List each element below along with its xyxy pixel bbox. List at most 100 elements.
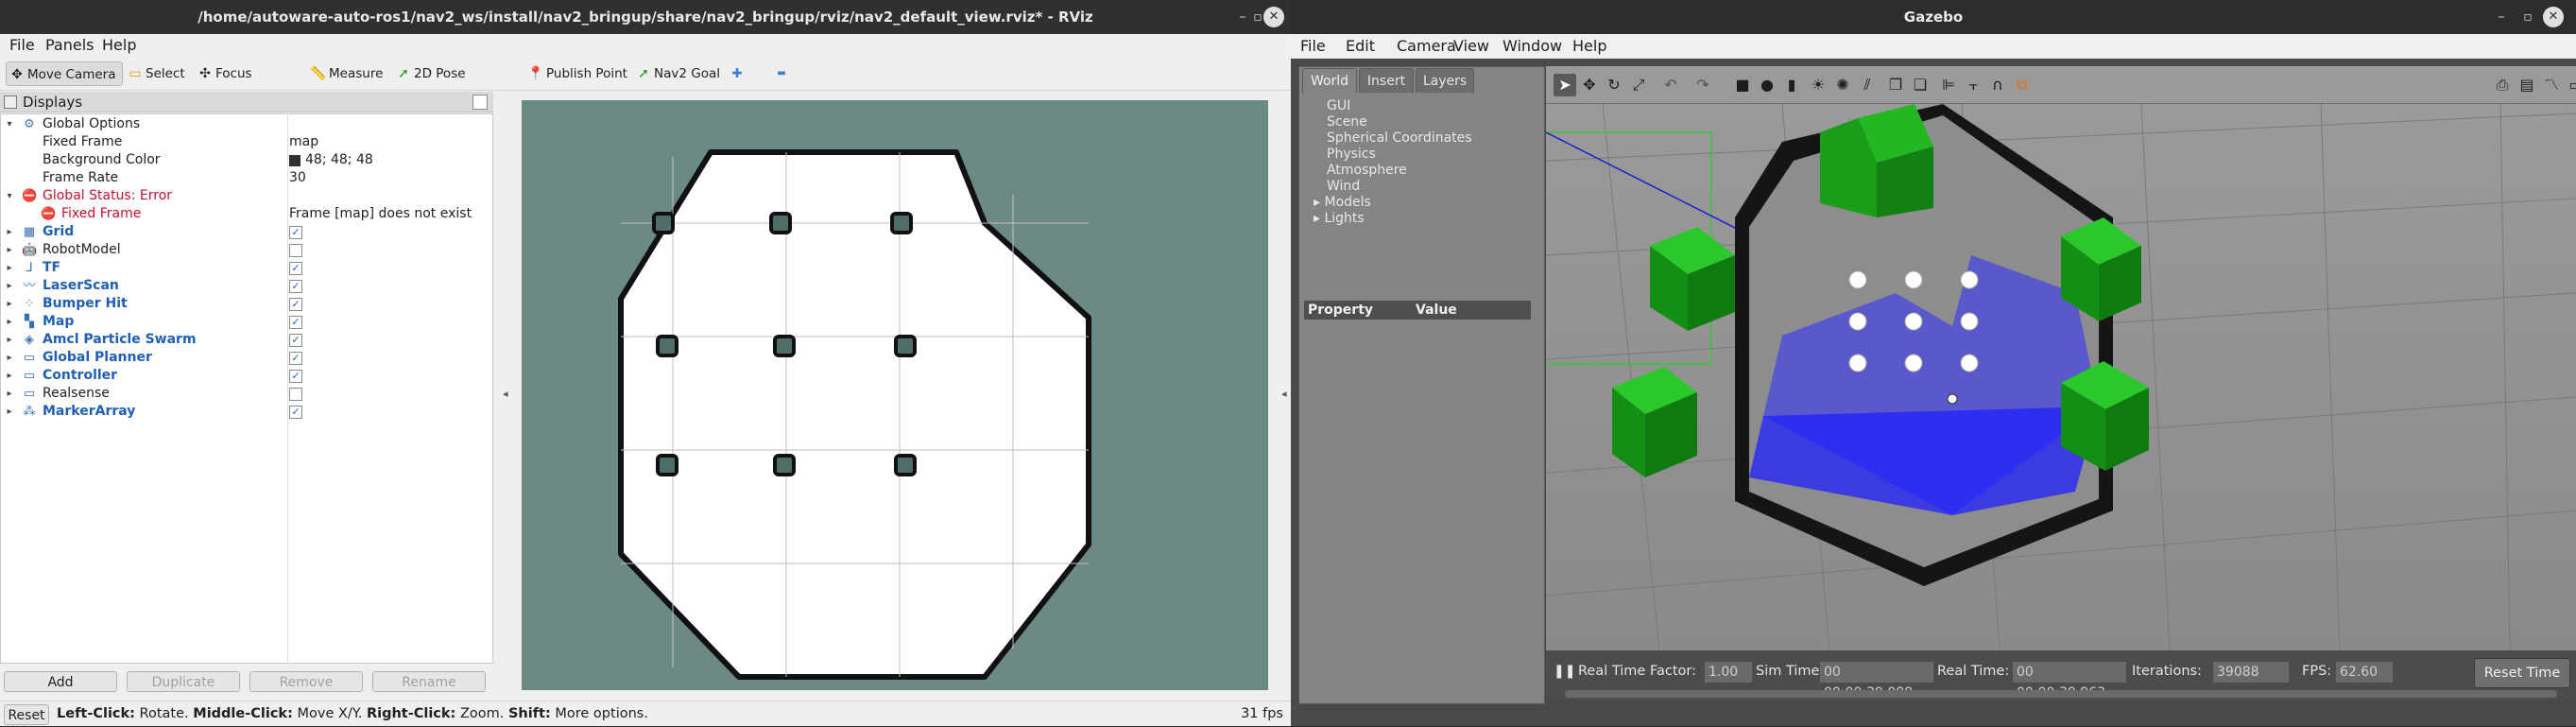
display-row-grid[interactable]: ▸ ▦ Grid ✓ [1, 223, 492, 241]
gz-menu-file[interactable]: File [1300, 34, 1326, 59]
display-row-markerarray[interactable]: ▸ ⁂ MarkerArray ✓ [1, 403, 492, 421]
undo-icon[interactable]: ↶ [1659, 74, 1682, 96]
select-mode-icon[interactable]: ➤ [1554, 74, 1576, 96]
point-light-icon[interactable]: ☀ [1807, 74, 1829, 96]
remove-tool-icon[interactable]: ▬ [769, 61, 794, 86]
display-row-controller[interactable]: ▸ ▭ Controller ✓ [1, 367, 492, 385]
collapse-arrow-icon[interactable]: ▾ [5, 115, 14, 133]
background-color-value[interactable]: 48; 48; 48 [305, 151, 373, 169]
display-row-laserscan[interactable]: ▸ 〰 LaserScan ✓ [1, 277, 492, 295]
paste-icon[interactable]: ❏ [1909, 74, 1932, 96]
display-row-amcl-particle-swarm[interactable]: ▸ ◈ Amcl Particle Swarm ✓ [1, 331, 492, 349]
copy-icon[interactable]: ❐ [1884, 74, 1907, 96]
display-enabled-checkbox[interactable] [289, 388, 302, 401]
expand-arrow-icon[interactable]: ▸ [5, 241, 14, 259]
display-row-tf[interactable]: ▸ ⅃ TF ✓ [1, 259, 492, 277]
gz-menu-camera[interactable]: Camera [1397, 34, 1456, 59]
collapse-left-icon[interactable]: ◂ [503, 388, 508, 400]
expand-arrow-icon[interactable]: ▸ [5, 349, 14, 367]
display-row-global-planner[interactable]: ▸ ▭ Global Planner ✓ [1, 349, 492, 367]
display-enabled-checkbox[interactable]: ✓ [289, 262, 302, 275]
display-enabled-checkbox[interactable]: ✓ [289, 298, 302, 311]
reset-time-button[interactable]: Reset Time [2474, 658, 2570, 688]
world-item-spherical-coordinates[interactable]: Spherical Coordinates [1327, 130, 1472, 146]
display-enabled-checkbox[interactable]: ✓ [289, 370, 302, 383]
tree-row-global-options[interactable]: ▾ ⚙ Global Options [1, 115, 492, 133]
screenshot-icon[interactable]: ⎙ [2491, 74, 2514, 96]
tree-row-global-status[interactable]: ▾ ⛔ Global Status: Error [1, 187, 492, 205]
magnet-icon[interactable]: ∩ [1986, 74, 2009, 96]
display-enabled-checkbox[interactable]: ✓ [289, 406, 302, 419]
gz-menu-help[interactable]: Help [1572, 34, 1606, 59]
tool-move-camera[interactable]: ✥ Move Camera [6, 61, 123, 86]
plot-icon[interactable]: 〽 [2540, 74, 2563, 96]
snap-icon[interactable]: ⫟ [1962, 74, 1984, 96]
tab-layers[interactable]: Layers [1416, 68, 1474, 93]
expand-arrow-icon[interactable]: ▸ [5, 295, 14, 313]
menu-help[interactable]: Help [102, 34, 136, 57]
float-panel-button[interactable] [472, 95, 488, 110]
duplicate-display-button[interactable]: Duplicate [127, 671, 240, 692]
world-item-models[interactable]: ▸ Models [1314, 195, 1371, 210]
pause-icon[interactable]: ❚❚ [1554, 664, 1575, 679]
display-row-robotmodel[interactable]: ▸ 🤖 RobotModel [1, 241, 492, 259]
tool-measure[interactable]: 📏 Measure [308, 61, 389, 86]
tab-insert[interactable]: Insert [1359, 68, 1414, 93]
gazebo-horizontal-scrollbar[interactable] [1565, 690, 2557, 698]
display-enabled-checkbox[interactable]: ✓ [289, 226, 302, 239]
expand-arrow-icon[interactable]: ▸ [5, 367, 14, 385]
box-shape-icon[interactable]: ■ [1731, 74, 1754, 96]
expand-arrow-icon[interactable]: ▸ [5, 403, 14, 421]
remove-display-button[interactable]: Remove [249, 671, 363, 692]
frame-rate-value[interactable]: 30 [289, 169, 306, 187]
scale-mode-icon[interactable]: ⤢ [1627, 74, 1650, 96]
gz-menu-edit[interactable]: Edit [1346, 34, 1375, 59]
display-row-bumper-hit[interactable]: ▸ ⁘ Bumper Hit ✓ [1, 295, 492, 313]
display-row-map[interactable]: ▸ ▚ Map ✓ [1, 313, 492, 331]
menu-panels[interactable]: Panels [45, 34, 94, 57]
tool-publish-point[interactable]: 📍 Publish Point [525, 61, 627, 86]
gz-menu-view[interactable]: View [1453, 34, 1489, 59]
display-enabled-checkbox[interactable]: ✓ [289, 280, 302, 293]
tool-focus-camera[interactable]: ✣ Focus Camera [195, 61, 299, 106]
add-tool-icon[interactable]: ✚ [726, 61, 748, 86]
tree-row-background-color[interactable]: Background Color 48; 48; 48 [1, 151, 492, 169]
sphere-shape-icon[interactable]: ● [1756, 74, 1778, 96]
display-enabled-checkbox[interactable]: ✓ [289, 316, 302, 329]
display-enabled-checkbox[interactable]: ✓ [289, 334, 302, 347]
world-item-physics[interactable]: Physics [1327, 147, 1376, 162]
column-divider[interactable] [287, 113, 288, 664]
gazebo-close-button[interactable]: ✕ [2543, 7, 2564, 27]
display-enabled-checkbox[interactable] [289, 244, 302, 257]
tree-row-fixed-frame[interactable]: Fixed Frame map [1, 133, 492, 151]
display-row-realsense[interactable]: ▸ ▭ Realsense [1, 385, 492, 403]
tool-2d-pose-estimate[interactable]: ➚ 2D Pose Estimate [393, 61, 518, 106]
expand-arrow-icon[interactable]: ▸ [5, 313, 14, 331]
translate-mode-icon[interactable]: ✥ [1578, 74, 1601, 96]
change-view-icon[interactable]: ⧉ [2011, 74, 2034, 96]
expand-arrow-icon[interactable]: ▸ [5, 223, 14, 241]
video-record-icon[interactable]: ▭ [2565, 74, 2576, 96]
collapse-right-icon[interactable]: ◂ [1281, 388, 1287, 400]
display-enabled-checkbox[interactable]: ✓ [289, 352, 302, 365]
cylinder-shape-icon[interactable]: ▮ [1780, 74, 1803, 96]
world-item-atmosphere[interactable]: Atmosphere [1327, 163, 1407, 178]
redo-icon[interactable]: ↷ [1692, 74, 1714, 96]
gz-menu-window[interactable]: Window [1503, 34, 1562, 59]
menu-file[interactable]: File [9, 34, 35, 57]
tree-row-status-fixed-frame[interactable]: ⛔ Fixed Frame Frame [map] does not exist [1, 205, 492, 223]
expand-arrow-icon[interactable]: ▸ [5, 331, 14, 349]
log-icon[interactable]: ▤ [2516, 74, 2538, 96]
expand-arrow-icon[interactable]: ▸ [1314, 211, 1324, 226]
rename-display-button[interactable]: Rename [372, 671, 486, 692]
tool-nav2-goal[interactable]: ➚ Nav2 Goal [633, 61, 720, 86]
world-item-lights[interactable]: ▸ Lights [1314, 211, 1365, 226]
rviz-close-button[interactable]: ✕ [1263, 7, 1284, 27]
world-item-wind[interactable]: Wind [1327, 179, 1360, 194]
rotate-mode-icon[interactable]: ↻ [1603, 74, 1625, 96]
expand-arrow-icon[interactable]: ▸ [5, 277, 14, 295]
tool-select[interactable]: ▭ Select [125, 61, 191, 86]
directional-light-icon[interactable]: ⫽ [1856, 74, 1879, 96]
gazebo-minimize-button[interactable]: – [2493, 9, 2510, 26]
collapse-arrow-icon[interactable]: ▾ [5, 187, 14, 205]
